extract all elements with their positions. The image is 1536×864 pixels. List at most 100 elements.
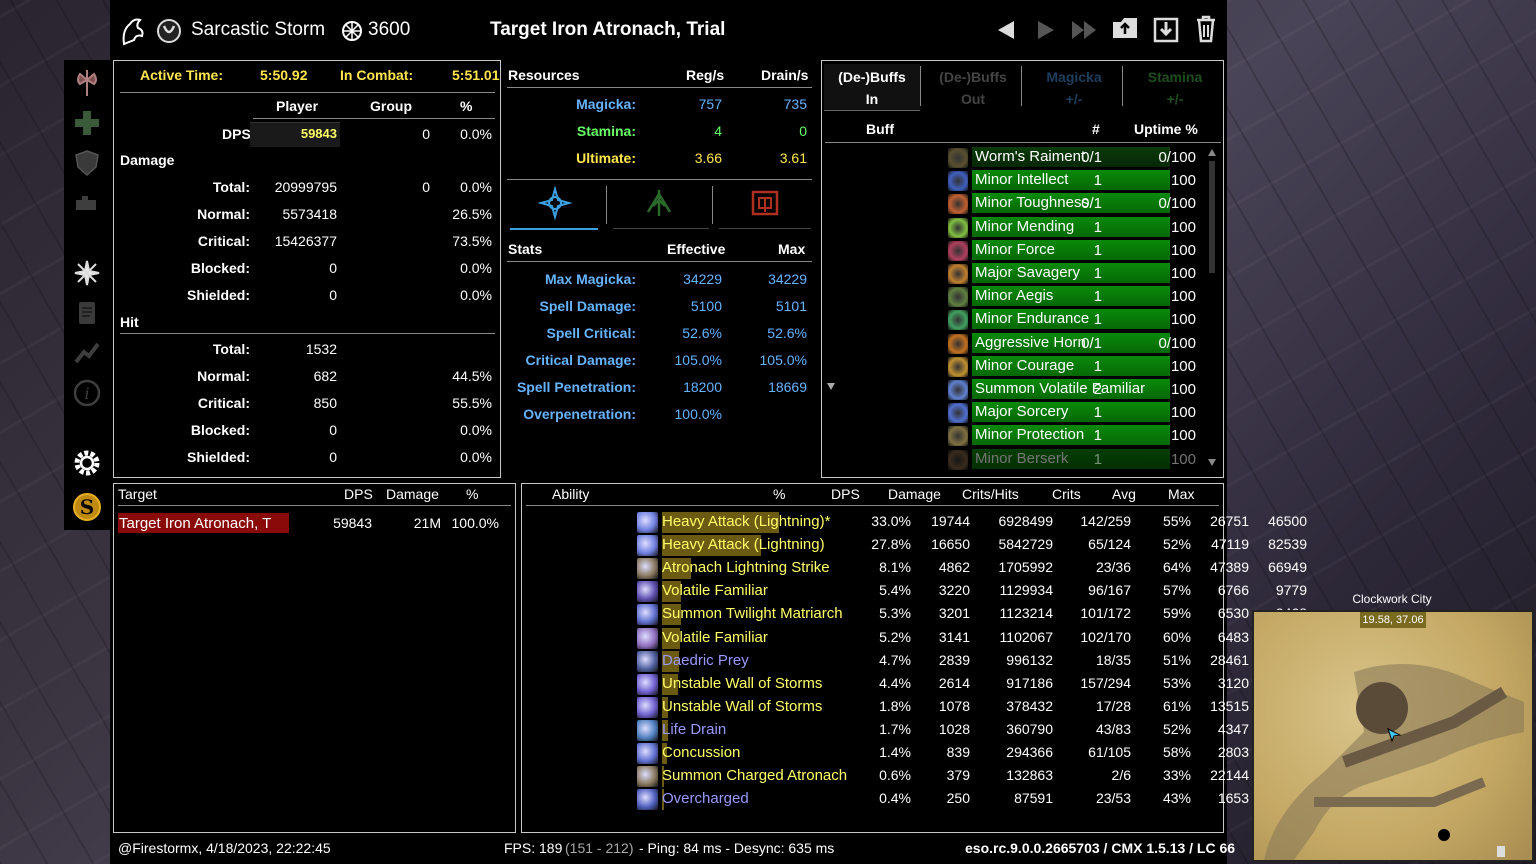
settings-gear-icon[interactable] xyxy=(72,448,102,478)
axe-icon[interactable] xyxy=(72,68,102,98)
health-stat-tab-icon[interactable] xyxy=(748,186,782,220)
sidebar: i S xyxy=(64,60,110,530)
ability-row[interactable]: Heavy Attack (Lightning) 27.8% 16650 584272… xyxy=(635,534,1325,557)
ability-avg: 6530 xyxy=(1217,605,1249,622)
buff-uptime: 0/100 xyxy=(1158,334,1196,352)
delete-trash-icon[interactable] xyxy=(1194,14,1218,44)
in-combat-label: In Combat: xyxy=(340,67,414,83)
graph-trend-icon[interactable] xyxy=(72,338,102,368)
scroll-up-icon[interactable] xyxy=(1207,147,1217,157)
ability-crits: 60% xyxy=(1162,628,1191,645)
damage-row-label: Shielded: xyxy=(186,287,250,303)
ability-damage: 1129934 xyxy=(999,582,1053,599)
ability-row[interactable]: Summon Charged Atronach 0.6% 379 132863 2/6 3… xyxy=(635,765,1325,788)
puzzle-icon[interactable] xyxy=(72,188,102,218)
ability-row[interactable]: Volatile Familiar 5.2% 3141 1102067 102/170 6… xyxy=(635,627,1325,649)
spark-burst-icon[interactable] xyxy=(72,258,102,288)
buff-tab-2[interactable]: Magicka +/- xyxy=(1026,64,1122,110)
stat-max: 34229 xyxy=(768,271,807,287)
ability-crits: 57% xyxy=(1162,582,1191,599)
ability-row[interactable]: Daedric Prey4.7%283999613218/3551%284613… xyxy=(635,650,1325,672)
ability-name: Atronach Lightning Strike xyxy=(662,559,830,577)
resource-reg: 4 xyxy=(714,123,722,139)
stat-max: 52.6% xyxy=(767,325,807,341)
buff-tab-line2: In xyxy=(865,91,879,107)
hit-row-player: 682 xyxy=(313,368,337,384)
info-icon[interactable]: i xyxy=(72,378,102,408)
col-reg: Reg/s xyxy=(686,67,725,83)
champion-points-value: 3600 xyxy=(368,19,411,40)
expand-arrow-icon[interactable] xyxy=(826,381,836,391)
ability-name: Concussion xyxy=(662,744,741,761)
buff-tab-3[interactable]: Stamina +/- xyxy=(1127,64,1223,110)
next-fight-arrow-icon[interactable] xyxy=(1034,18,1058,42)
map-area[interactable]: 19.58, 37.06 xyxy=(1252,610,1534,862)
shield-icon[interactable] xyxy=(72,148,102,178)
load-fight-icon[interactable] xyxy=(1152,16,1180,44)
footer-fps: FPS: 189 xyxy=(504,840,563,856)
tab-underline xyxy=(719,228,811,229)
divider xyxy=(712,186,713,224)
buff-tab-line1: Stamina xyxy=(1147,69,1203,85)
ability-damage: 132863 xyxy=(1006,767,1053,784)
ability-crits: 53% xyxy=(1162,674,1191,691)
buff-scrollbar[interactable] xyxy=(1207,147,1217,467)
col-target-damage: Damage xyxy=(386,486,439,502)
heal-plus-icon[interactable] xyxy=(72,108,102,138)
save-fight-icon[interactable] xyxy=(1110,14,1140,42)
buff-count: 1 xyxy=(1093,427,1102,445)
minimap[interactable]: Clockwork City 19.58, 37.06 xyxy=(1252,592,1534,862)
ability-max: 82539 xyxy=(1268,536,1307,553)
ability-row[interactable]: Heavy Attack (Lightning)* 33.0% 19744 69284… xyxy=(635,511,1325,533)
ability-crits-hits: 96/167 xyxy=(1088,582,1131,599)
dps-label: DPS xyxy=(222,126,251,142)
ability-name: Daedric Prey xyxy=(662,651,749,669)
ability-row[interactable]: Atronach Lightning Strike 8.1% 4862 1705992… xyxy=(635,557,1325,580)
ability-avg: 47389 xyxy=(1210,559,1249,576)
ability-row[interactable]: Volatile Familiar 5.4% 3220 1129934 96/167 57… xyxy=(635,580,1325,603)
ability-name: Volatile Familiar xyxy=(662,628,768,646)
buff-tab-line2: +/- xyxy=(1166,91,1184,107)
ability-row[interactable]: Concussion1.4%83929436661/10558%28034885 xyxy=(635,742,1325,764)
ability-dps: 250 xyxy=(946,790,970,807)
hit-row-player: 0 xyxy=(329,422,337,438)
ability-dps: 1028 xyxy=(938,720,970,737)
target-row[interactable]: Target Iron Atronach, T 59843 21M 100.0% xyxy=(116,512,512,534)
ability-row[interactable]: Unstable Wall of Storms 1.8% 1078 378432 17/… xyxy=(635,696,1325,718)
wayshrine-icon xyxy=(1438,829,1450,841)
ability-pct: 5.3% xyxy=(879,605,911,622)
damage-row-pct: 26.5% xyxy=(452,206,492,222)
stat-label: Spell Critical: xyxy=(546,325,636,341)
ability-row[interactable]: Unstable Wall of Storms 4.4% 2614 917186 157… xyxy=(635,673,1325,695)
divider xyxy=(507,179,812,180)
stat-effective: 105.0% xyxy=(674,352,722,368)
ability-pct: 4.4% xyxy=(879,674,911,691)
ability-crits-hits: 65/124 xyxy=(1088,536,1131,553)
magicka-stat-tab-icon[interactable] xyxy=(538,186,572,220)
buff-uptime: 100 xyxy=(1170,404,1196,422)
ability-pct: 5.2% xyxy=(879,628,911,645)
stat-effective: 52.6% xyxy=(682,325,722,341)
ability-crits-hits: 43/83 xyxy=(1095,720,1131,737)
ability-max: 46500 xyxy=(1268,513,1307,529)
ability-row[interactable]: Life Drain1.7%102836079043/8352%43476061 xyxy=(635,719,1325,741)
stat-label: Spell Damage: xyxy=(539,298,636,314)
last-fight-arrow-icon[interactable] xyxy=(1070,18,1100,42)
ability-pct: 0.6% xyxy=(879,767,911,784)
ability-row[interactable]: Overcharged0.4%2508759123/5343%16532455 xyxy=(635,788,1325,811)
scroll-thumb[interactable] xyxy=(1209,161,1215,273)
buff-tab-1[interactable]: (De-)Buffs Out xyxy=(925,64,1021,110)
buff-tab-0[interactable]: (De-)Buffs In xyxy=(824,64,920,110)
scroll-log-icon[interactable] xyxy=(72,298,102,328)
ability-row[interactable]: Summon Twilight Matriarch 5.3% 3201 1123214… xyxy=(635,603,1325,626)
buff-uptime: 100 xyxy=(1170,288,1196,306)
stamina-stat-tab-icon[interactable] xyxy=(642,186,676,220)
ability-damage: 294366 xyxy=(1006,744,1053,760)
previous-fight-arrow-icon[interactable] xyxy=(994,18,1018,42)
ability-pct: 0.4% xyxy=(879,790,911,807)
stats-title: Stats xyxy=(508,241,543,257)
hit-row-label: Normal: xyxy=(197,368,250,384)
gold-s-emblem-icon[interactable]: S xyxy=(72,492,102,522)
buff-name: Minor Aegis xyxy=(975,287,1054,305)
scroll-down-icon[interactable] xyxy=(1207,457,1217,467)
